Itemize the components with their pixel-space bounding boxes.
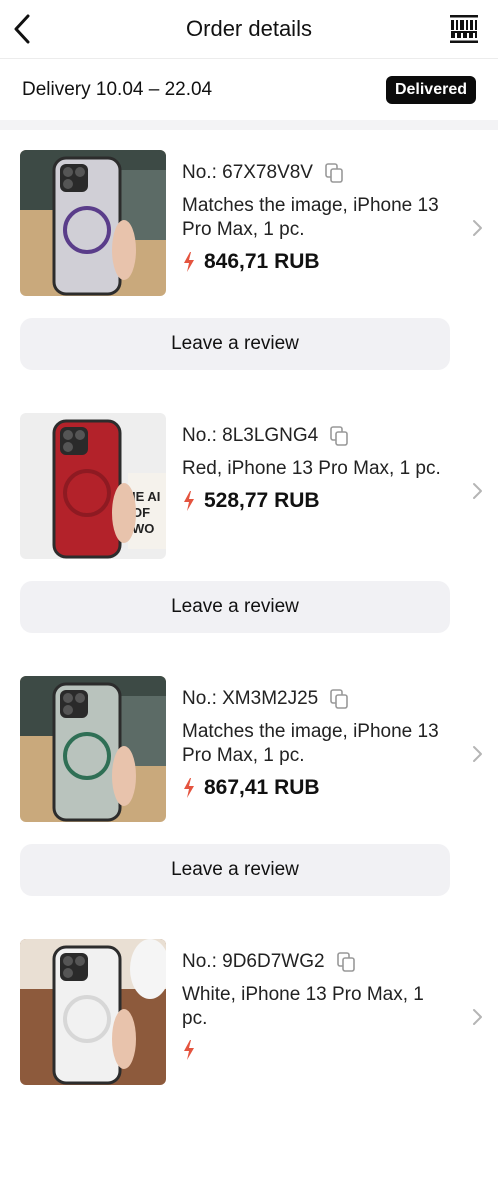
copy-icon[interactable] (328, 425, 350, 447)
order-item[interactable]: No.: 67X78V8V Matches the image, iPhone 1… (0, 150, 498, 413)
order-item[interactable]: IE AI OF WO No.: 8L3LGNG4 Red, iPhone 13 Pro… (0, 413, 498, 676)
copy-icon[interactable] (328, 688, 350, 710)
order-item-info: No.: 67X78V8V Matches the image, iPhone 1… (182, 150, 482, 274)
order-number-text: No.: 8L3LGNG4 (182, 425, 319, 446)
status-badge: Delivered (385, 75, 476, 104)
delivery-bar: Delivery 10.04 – 22.04 Delivered (0, 58, 498, 120)
price-row: 867,41 RUB (182, 776, 478, 800)
order-items-list: No.: 67X78V8V Matches the image, iPhone 1… (0, 130, 498, 1202)
order-number: No.: 8L3LGNG4 (182, 425, 478, 447)
svg-text:IE AI: IE AI (132, 489, 160, 504)
delivery-dates: Delivery 10.04 – 22.04 (22, 78, 213, 100)
order-item-info: No.: 9D6D7WG2 White, iPhone 13 Pro Max, 1… (182, 939, 482, 1061)
leave-review-button[interactable]: Leave a review (20, 318, 450, 370)
price-row (182, 1039, 478, 1061)
price-value: 528,77 RUB (204, 489, 320, 512)
order-item-row[interactable]: No.: 67X78V8V Matches the image, iPhone 1… (20, 150, 482, 298)
lightning-icon (184, 252, 194, 272)
order-number-text: No.: 67X78V8V (182, 162, 313, 183)
page-title: Order details (186, 16, 312, 41)
back-button[interactable] (8, 12, 36, 46)
order-item-row[interactable]: No.: 9D6D7WG2 White, iPhone 13 Pro Max, 1… (20, 939, 482, 1087)
price-value: 867,41 RUB (204, 776, 320, 799)
price-value: 846,71 RUB (204, 250, 320, 273)
barcode-button[interactable] (448, 13, 480, 45)
order-number: No.: XM3M2J25 (182, 688, 478, 710)
order-number-text: No.: XM3M2J25 (182, 688, 319, 709)
copy-icon[interactable] (323, 162, 345, 184)
barcode-icon (450, 15, 478, 43)
product-photo (20, 676, 166, 822)
order-item[interactable]: No.: XM3M2J25 Matches the image, iPhone 1… (0, 676, 498, 939)
product-photo (20, 939, 166, 1085)
svg-text:WO: WO (132, 521, 154, 536)
lightning-icon (184, 491, 194, 511)
product-thumbnail[interactable] (20, 939, 166, 1085)
order-item[interactable]: No.: 9D6D7WG2 White, iPhone 13 Pro Max, 1… (0, 939, 498, 1202)
chevron-right-icon[interactable] (470, 218, 486, 238)
product-thumbnail[interactable]: IE AI OF WO (20, 413, 166, 559)
product-description: Red, iPhone 13 Pro Max, 1 pc. (182, 458, 441, 479)
chevron-right-icon[interactable] (470, 1007, 486, 1027)
leave-review-button[interactable]: Leave a review (20, 581, 450, 633)
chevron-right-icon[interactable] (470, 481, 486, 501)
lightning-icon (184, 1040, 194, 1060)
price-row: 528,77 RUB (182, 489, 478, 513)
order-number: No.: 9D6D7WG2 (182, 951, 478, 973)
leave-review-button[interactable]: Leave a review (20, 844, 450, 896)
product-photo: IE AIOFWO (20, 413, 166, 559)
header-bar: Order details (0, 0, 498, 58)
order-item-row[interactable]: IE AI OF WO No.: 8L3LGNG4 Red, iPhone 13 Pro… (20, 413, 482, 561)
section-divider (0, 120, 498, 130)
order-item-info: No.: 8L3LGNG4 Red, iPhone 13 Pro Max, 1 p… (182, 413, 482, 513)
order-number: No.: 67X78V8V (182, 162, 478, 184)
product-photo (20, 150, 166, 296)
product-description: Matches the image, iPhone 13 Pro Max, 1 … (182, 195, 439, 240)
copy-icon[interactable] (335, 951, 357, 973)
product-thumbnail[interactable] (20, 676, 166, 822)
lightning-icon (184, 778, 194, 798)
order-number-text: No.: 9D6D7WG2 (182, 951, 325, 972)
chevron-left-icon (14, 14, 30, 44)
chevron-right-icon[interactable] (470, 744, 486, 764)
product-description: Matches the image, iPhone 13 Pro Max, 1 … (182, 721, 439, 766)
product-thumbnail[interactable] (20, 150, 166, 296)
order-item-info: No.: XM3M2J25 Matches the image, iPhone 1… (182, 676, 482, 800)
order-item-row[interactable]: No.: XM3M2J25 Matches the image, iPhone 1… (20, 676, 482, 824)
price-row: 846,71 RUB (182, 250, 478, 274)
